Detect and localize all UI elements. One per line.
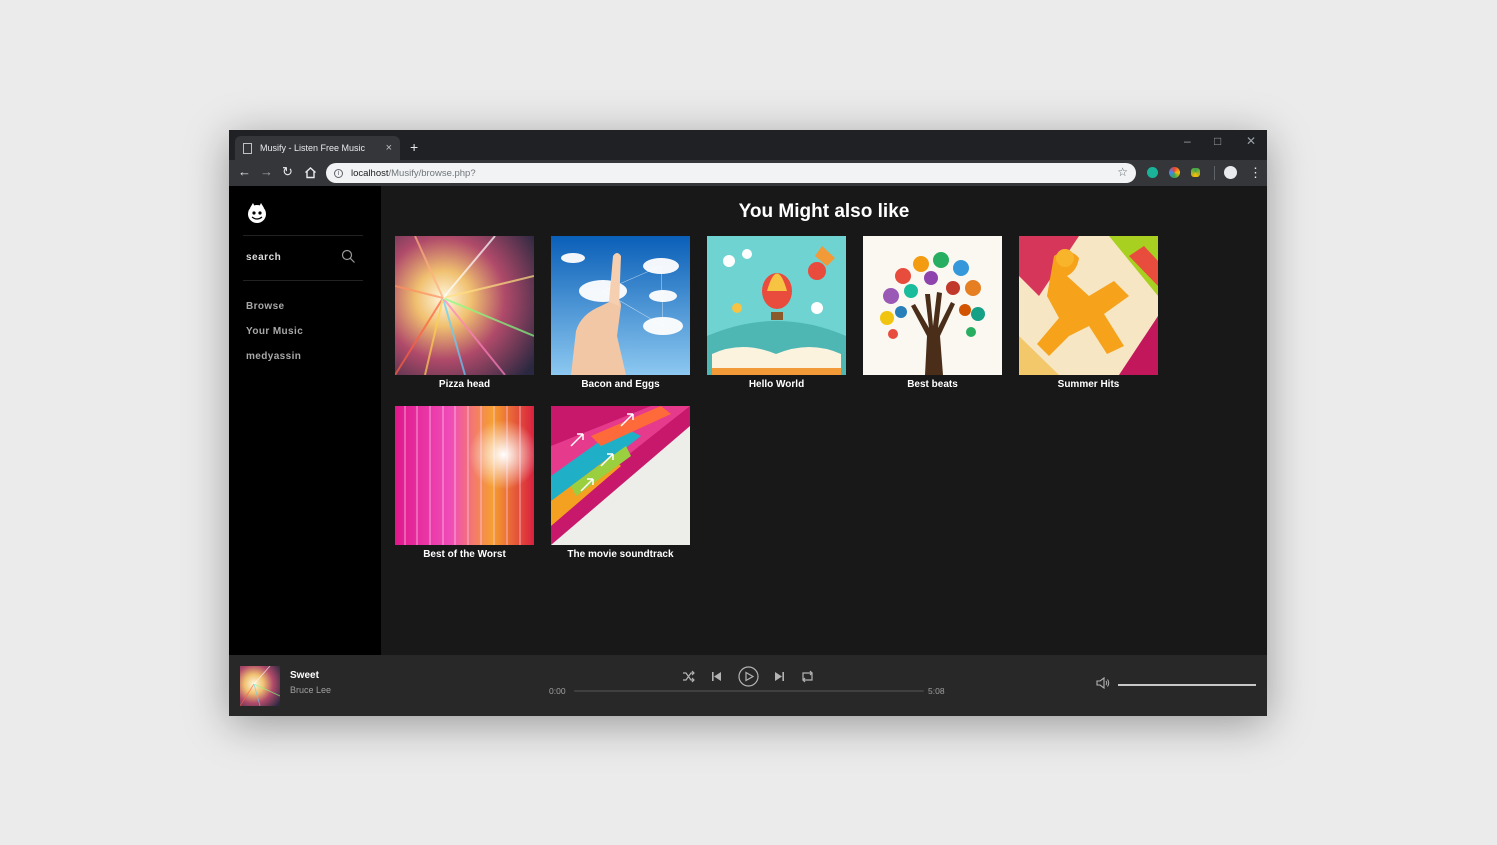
profile-avatar-icon[interactable] xyxy=(1224,166,1237,179)
minimize-icon[interactable]: – xyxy=(1184,134,1191,148)
reload-icon[interactable]: ↻ xyxy=(282,164,293,180)
album-title: Best beats xyxy=(907,379,958,390)
address-bar[interactable]: i localhost/Musify/browse.php? ☆ xyxy=(326,163,1136,183)
menu-dots-icon[interactable]: ⋮ xyxy=(1249,165,1262,181)
bookmark-star-icon[interactable]: ☆ xyxy=(1117,165,1128,179)
back-icon[interactable]: ← xyxy=(238,164,251,179)
album-title: Bacon and Eggs xyxy=(581,379,660,390)
duration: 5:08 xyxy=(928,686,945,696)
home-icon[interactable] xyxy=(304,166,317,179)
album-cover[interactable] xyxy=(551,236,690,375)
previous-icon[interactable] xyxy=(711,671,722,682)
extension-color-icon[interactable] xyxy=(1169,167,1180,178)
album-cover[interactable] xyxy=(707,236,846,375)
main-content: You Might also like Pizza head Bacon and… xyxy=(381,186,1267,655)
track-artist[interactable]: Bruce Lee xyxy=(290,685,331,695)
album-card[interactable]: Bacon and Eggs xyxy=(551,236,690,390)
search-link[interactable]: search xyxy=(246,252,281,263)
album-title: Pizza head xyxy=(438,379,491,390)
album-title: Best of the Worst xyxy=(423,549,506,560)
track-title[interactable]: Sweet xyxy=(290,670,319,681)
browser-window: Musify - Listen Free Music × + – □ ✕ ← →… xyxy=(229,130,1267,716)
page-title: You Might also like xyxy=(738,201,910,222)
maximize-icon[interactable]: □ xyxy=(1214,134,1221,148)
sidebar-divider xyxy=(243,235,363,236)
album-title: Hello World xyxy=(748,379,805,390)
shuffle-icon[interactable] xyxy=(682,670,695,683)
browser-tab[interactable]: Musify - Listen Free Music × xyxy=(235,136,400,160)
next-icon[interactable] xyxy=(774,671,785,682)
browser-toolbar: ← → ↻ i localhost/Musify/browse.php? ☆ ⋮ xyxy=(229,160,1267,186)
album-title: Summer Hits xyxy=(1057,379,1120,390)
play-button[interactable] xyxy=(738,666,759,687)
album-cover[interactable] xyxy=(551,406,690,545)
album-card[interactable]: Best of the Worst xyxy=(395,406,534,560)
sidebar-divider xyxy=(243,280,363,281)
album-card[interactable]: Hello World xyxy=(707,236,846,390)
player-bar: Sweet Bruce Lee 0:00 5:08 xyxy=(229,655,1267,716)
album-cover[interactable] xyxy=(1019,236,1158,375)
forward-icon[interactable]: → xyxy=(260,164,273,179)
album-cover[interactable] xyxy=(395,236,534,375)
page-icon xyxy=(243,142,252,154)
sidebar-item-browse[interactable]: Browse xyxy=(246,301,285,312)
album-cover[interactable] xyxy=(863,236,1002,375)
url-text: localhost/Musify/browse.php? xyxy=(351,168,476,179)
volume-slider[interactable] xyxy=(1118,684,1256,686)
sidebar-item-profile[interactable]: medyassin xyxy=(246,351,301,362)
info-icon[interactable]: i xyxy=(334,168,343,178)
tab-close-icon[interactable]: × xyxy=(386,142,392,154)
album-card[interactable]: Pizza head xyxy=(395,236,534,390)
extension-leaf-icon[interactable] xyxy=(1191,168,1200,177)
search-icon[interactable] xyxy=(341,249,356,264)
tab-title: Musify - Listen Free Music xyxy=(260,143,366,153)
album-cover[interactable] xyxy=(395,406,534,545)
album-card[interactable]: The movie soundtrack xyxy=(551,406,690,560)
toolbar-divider xyxy=(1214,166,1215,180)
repeat-icon[interactable] xyxy=(801,670,814,683)
sidebar-item-your-music[interactable]: Your Music xyxy=(246,326,303,337)
album-card[interactable]: Best beats xyxy=(863,236,1002,390)
new-tab-button[interactable]: + xyxy=(410,139,418,155)
extension-m-icon[interactable] xyxy=(1147,167,1158,178)
now-playing-art[interactable] xyxy=(240,666,280,706)
sidebar: search Browse Your Music medyassin xyxy=(229,186,381,655)
volume-fill xyxy=(1118,684,1256,686)
volume-icon[interactable] xyxy=(1096,677,1110,689)
album-card[interactable]: Summer Hits xyxy=(1019,236,1158,390)
url-host: localhost xyxy=(351,167,389,179)
current-time: 0:00 xyxy=(549,686,566,696)
musify-logo-icon[interactable] xyxy=(246,202,268,224)
album-title: The movie soundtrack xyxy=(567,549,674,560)
tab-strip: Musify - Listen Free Music × + – □ ✕ xyxy=(229,130,1267,160)
url-path: /Musify/browse.php? xyxy=(388,167,476,179)
window-close-icon[interactable]: ✕ xyxy=(1246,134,1256,148)
progress-bar[interactable] xyxy=(574,690,924,692)
